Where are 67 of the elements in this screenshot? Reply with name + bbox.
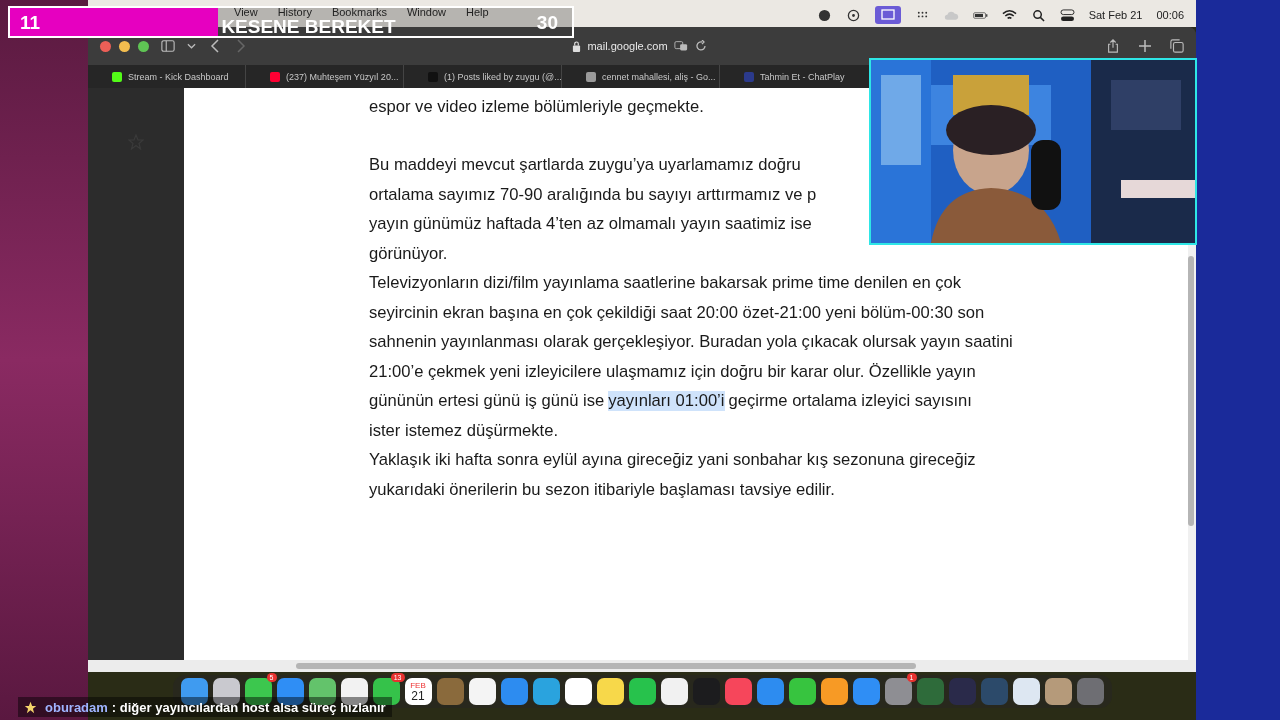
circle-icon[interactable] — [816, 8, 832, 22]
search-icon[interactable] — [1030, 8, 1046, 22]
document-text: geçirme ortalama izleyici sayısını — [728, 391, 972, 412]
app-icon[interactable] — [788, 678, 816, 705]
goal-current: 11 — [20, 12, 41, 32]
document-text: 21:00’e çekmek yeni izleyicilere ulaşmamız için doğru bir karar olur. Özellikle yayın — [369, 361, 976, 382]
minimize-button[interactable] — [119, 40, 130, 52]
app-icon[interactable] — [244, 678, 272, 705]
app-icon[interactable] — [660, 678, 688, 705]
menu-item[interactable]: History — [277, 6, 312, 18]
document-text: görünüyor. — [369, 243, 448, 264]
app-icon[interactable] — [212, 678, 240, 705]
disk-icon[interactable] — [845, 8, 861, 22]
document-text: gününün ertesi günü iş günü ise — [369, 391, 605, 412]
document-text: sahnenin yayınlanması olarak gerçekleşiyor. Buradan yola çıkacak olursak yayın saatini — [369, 332, 1013, 353]
app-icon[interactable] — [308, 678, 336, 705]
document-text: espor ve video izleme bölümleriyle geçmekte. — [369, 96, 704, 117]
menu-item[interactable]: Window — [406, 6, 447, 18]
address-bar[interactable]: mail.google.com — [420, 34, 860, 58]
document-text: ortalama sayımız 70-90 aralığında bu sayıyı arttırmamız ve p — [369, 184, 817, 205]
app-icon[interactable] — [596, 678, 624, 705]
chevron-down-icon[interactable] — [187, 43, 196, 49]
document-text: ister istemez düşürmekte. — [369, 420, 559, 441]
menu-item[interactable]: View — [234, 6, 258, 18]
app-icon[interactable]: FEB 21 — [404, 678, 432, 705]
tab-overview-icon[interactable] — [1170, 39, 1184, 53]
document-text: Televizyonların dizi/film yayınlama saatlerine bakarsak prime time denilen en çok — [369, 273, 962, 294]
app-icon[interactable] — [468, 678, 496, 705]
control-center-icon[interactable] — [1059, 8, 1075, 22]
scroll-bar[interactable] — [296, 663, 916, 669]
app-icon[interactable] — [564, 678, 592, 705]
close-button[interactable] — [100, 40, 111, 52]
browser-tab[interactable]: Tahmin Et - ChatPlay — [720, 65, 864, 88]
app-icon[interactable] — [340, 678, 368, 705]
zoom-button[interactable] — [138, 40, 149, 52]
selected-text: yayınları 01:00’i — [608, 391, 725, 412]
reload-icon[interactable] — [693, 40, 708, 52]
lock-icon — [572, 40, 582, 52]
app-icon[interactable] — [820, 678, 848, 705]
app-icon[interactable] — [372, 678, 400, 705]
new-tab-icon[interactable] — [1138, 39, 1152, 53]
screen-share-icon[interactable] — [874, 6, 901, 24]
app-icon[interactable] — [1012, 678, 1040, 705]
chat-message: : diğer yayıncılardan host alsa süreç hızlanır — [111, 699, 386, 715]
app-icon[interactable] — [1044, 678, 1072, 705]
sidebar-icon[interactable] — [161, 39, 175, 53]
document-text: seyircinin ekran başına en çok çekildiği saat 20:00 özet-21:00 yeni bölüm-00:30 son — [369, 302, 985, 323]
document-text: yayın günümüz haftada 4’ten az olmamalı yayın saatimiz ise — [369, 214, 812, 235]
back-icon[interactable] — [208, 39, 222, 53]
chat-username: oburadam — [45, 699, 108, 715]
translate-icon[interactable] — [673, 40, 688, 52]
calendar-month: FEB — [410, 680, 426, 690]
scroll-bar[interactable] — [1188, 256, 1194, 526]
menu-item[interactable]: Bookmarks — [331, 6, 387, 18]
wifi-icon[interactable] — [1001, 8, 1017, 22]
document-text: yukarıdaki önerilerin bu sezon itibariyle başlaması tavsiye edilir. — [369, 479, 835, 500]
menu-item[interactable]: Help — [466, 6, 489, 18]
menu-bar-date: Sat Feb 21 — [1088, 8, 1143, 22]
app-icon[interactable] — [628, 678, 656, 705]
goal-title: KESENE BEREKET — [221, 18, 396, 36]
share-icon[interactable] — [1106, 39, 1120, 53]
document-text: Yaklaşık iki hafta sonra eylül ayına gireceğiz yani sonbahar kış sezonuna gireceğiz — [369, 450, 976, 471]
document-text: Bu maddeyi mevcut şartlarda zuygu’ya uyarlamamız doğru — [369, 155, 801, 176]
star-icon — [24, 700, 37, 714]
menu-bar-time: 00:06 — [1156, 8, 1184, 22]
calendar-day: 21 — [411, 689, 425, 703]
app-icon[interactable] — [180, 678, 208, 705]
